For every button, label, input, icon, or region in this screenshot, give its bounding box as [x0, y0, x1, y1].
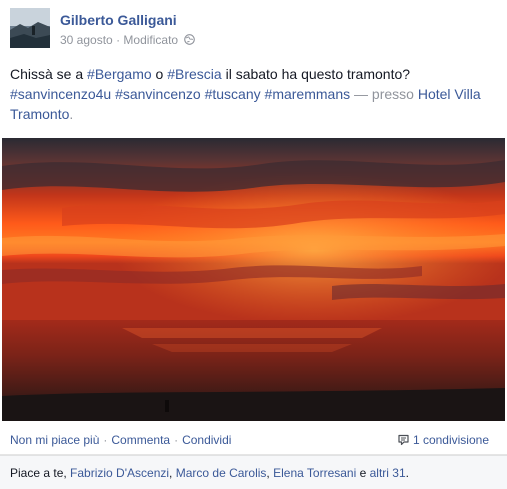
hashtag-maremmans[interactable]: #maremmans [265, 86, 351, 102]
text-part: il sabato ha questo tramonto? [221, 66, 411, 82]
edited-label[interactable]: Modificato [123, 33, 178, 47]
comment-button[interactable]: Commenta [111, 433, 170, 447]
likes-summary: Piace a te, Fabrizio D'Ascenzi, Marco de… [10, 466, 409, 480]
location-separator: — presso [354, 86, 414, 102]
other-likers-link[interactable]: altri 31 [370, 466, 406, 480]
hashtag-brescia[interactable]: #Brescia [167, 66, 221, 82]
shares-count: 1 condivisione [412, 433, 489, 447]
liker-link[interactable]: Marco de Carolis [176, 466, 267, 480]
author-avatar[interactable] [10, 8, 50, 48]
meta-separator: · [116, 32, 121, 47]
share-button[interactable]: Condividi [182, 433, 231, 447]
likes-comma: , [169, 466, 176, 480]
actions-separator: · [174, 433, 179, 447]
post-date[interactable]: 30 agosto [60, 33, 113, 47]
text-period: . [69, 106, 74, 122]
likes-prefix: Piace a te, [10, 466, 71, 480]
hashtag-bergamo[interactable]: #Bergamo [87, 66, 152, 82]
liker-link[interactable]: Elena Torresani [273, 466, 356, 480]
facebook-post: Gilberto Galligani 30 agosto · Modificat… [0, 0, 507, 489]
post-text: Chissà se a #Bergamo o #Brescia il sabat… [10, 64, 500, 124]
likes-and: e [356, 466, 370, 480]
hashtag-tuscany[interactable]: #tuscany [205, 86, 261, 102]
post-photo[interactable] [2, 138, 505, 421]
liker-link[interactable]: Fabrizio D'Ascenzi [70, 466, 169, 480]
shares-count-link[interactable]: 1 condivisione [398, 433, 489, 447]
actions-links: Non mi piace più · Commenta · Condividi [10, 433, 231, 447]
unlike-button[interactable]: Non mi piace più [10, 433, 99, 447]
text-part: o [151, 66, 168, 82]
hashtag-sanvincenzo4u[interactable]: #sanvincenzo4u [10, 86, 111, 102]
likes-bar: Piace a te, Fabrizio D'Ascenzi, Marco de… [0, 455, 507, 489]
share-icon [398, 434, 409, 446]
author-name[interactable]: Gilberto Galligani [60, 12, 177, 28]
post-meta: 30 agosto · Modificato [60, 32, 196, 47]
text-part: Chissà se a [10, 66, 88, 82]
post-actions: Non mi piace più · Commenta · Condividi 1 co… [0, 421, 507, 455]
hashtag-sanvincenzo[interactable]: #sanvincenzo [115, 86, 201, 102]
globe-icon[interactable] [184, 34, 196, 46]
likes-suffix: . [405, 466, 409, 480]
actions-separator: · [103, 433, 108, 447]
